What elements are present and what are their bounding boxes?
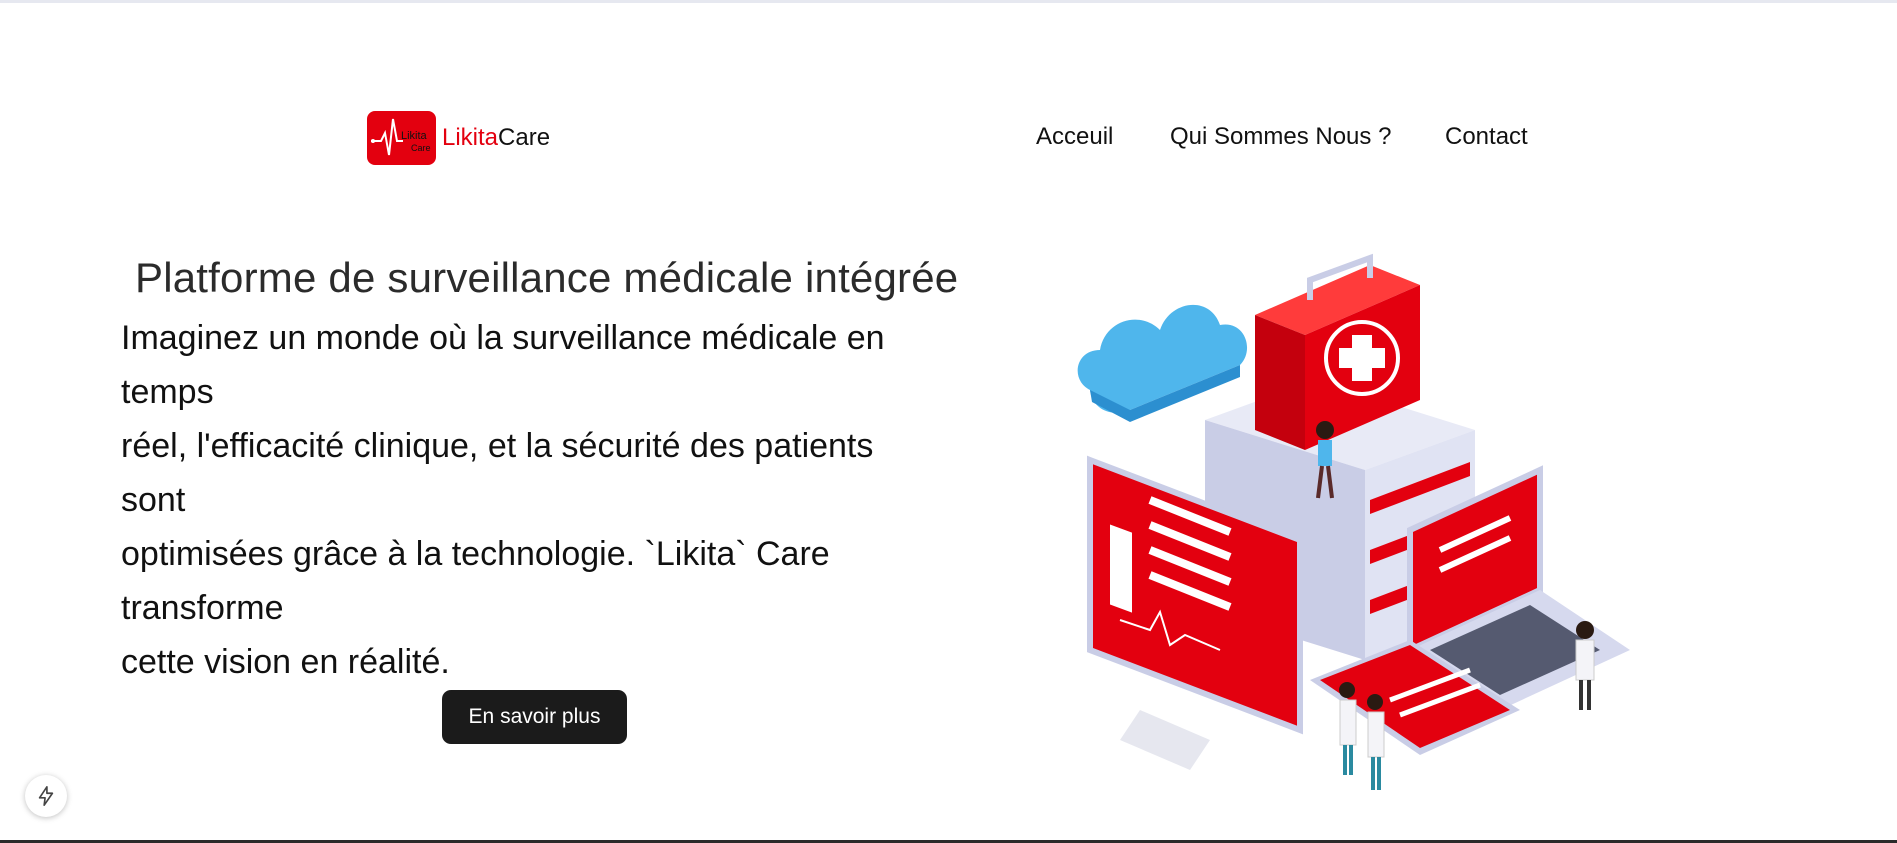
logo-text: LikitaCare	[442, 124, 551, 151]
site-logo[interactable]: Likita Care LikitaCare	[367, 111, 550, 165]
hero-line: optimisées grâce à la technologie. `Liki…	[121, 535, 830, 573]
nav-link-qui-sommes-nous[interactable]: Qui Sommes Nous ?	[1170, 123, 1391, 151]
hero-line: cette vision en réalité.	[121, 643, 450, 681]
hero-line: temps	[121, 373, 214, 411]
top-border	[0, 0, 1897, 3]
medical-platform-illustration	[1077, 253, 1630, 790]
hero-paragraph: Imaginez un monde où la surveillance méd…	[121, 311, 971, 689]
heartbeat-icon: Likita Care	[371, 118, 431, 156]
lightning-icon	[38, 786, 54, 806]
nav-link-contact[interactable]: Contact	[1445, 123, 1528, 151]
doctor-icon	[1575, 621, 1595, 710]
nav-link-acceuil[interactable]: Acceuil	[1036, 123, 1113, 151]
svg-text:Likita: Likita	[401, 130, 428, 142]
hero-line: réel, l'efficacité clinique, et la sécur…	[121, 427, 874, 465]
hero-line: sont	[121, 481, 186, 519]
hero-subtitle: Platforme de surveillance médicale intég…	[135, 254, 959, 301]
floating-action-button[interactable]	[25, 775, 67, 817]
cloud-icon	[1077, 304, 1248, 422]
learn-more-button[interactable]: En savoir plus	[442, 690, 627, 744]
svg-text:Care: Care	[411, 143, 431, 153]
hero-line: Imaginez un monde où la surveillance méd…	[121, 319, 885, 357]
hero-line: transforme	[121, 589, 284, 627]
logo-badge: Likita Care	[367, 111, 436, 165]
